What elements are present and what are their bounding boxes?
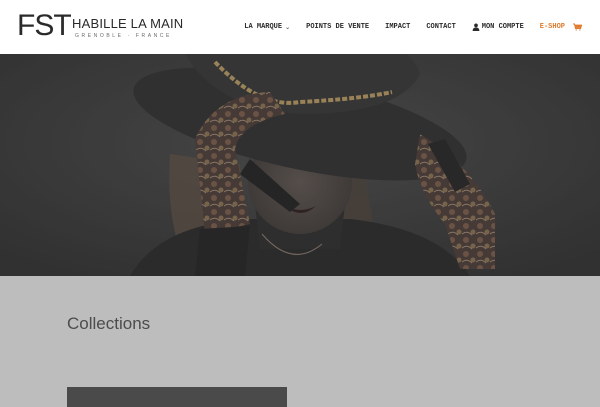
section-title: Collections bbox=[67, 314, 151, 333]
nav-item-label: MON COMPTE bbox=[481, 23, 524, 31]
main-nav: LA MARQUE ⌄ POINTS DE VENTE IMPACT CONTA… bbox=[228, 0, 582, 54]
nav-item-mon-compte[interactable]: MON COMPTE bbox=[472, 23, 524, 31]
nav-item-label: E-SHOP bbox=[539, 23, 565, 31]
nav-item-label: CONTACT bbox=[426, 23, 456, 31]
logo-brand: FST bbox=[17, 9, 72, 42]
logo-tagline: HABILLE LA MAIN bbox=[72, 16, 184, 31]
logo-location: GRENOBLE · FRANCE bbox=[75, 33, 172, 39]
collections-section: Collections bbox=[0, 276, 600, 407]
chevron-down-icon: ⌄ bbox=[285, 23, 291, 31]
nav-item-la-marque[interactable]: LA MARQUE ⌄ bbox=[244, 23, 290, 31]
site-header: FST HABILLE LA MAIN GRENOBLE · FRANCE LA… bbox=[0, 0, 600, 54]
user-icon bbox=[472, 23, 480, 31]
hero-banner bbox=[0, 54, 600, 276]
hero-image bbox=[0, 54, 600, 276]
nav-item-label: LA MARQUE bbox=[244, 23, 283, 31]
nav-item-points-de-vente[interactable]: POINTS DE VENTE bbox=[306, 23, 369, 31]
cart-icon[interactable] bbox=[573, 23, 582, 31]
nav-item-label: POINTS DE VENTE bbox=[306, 23, 370, 31]
nav-item-contact[interactable]: CONTACT bbox=[426, 23, 455, 31]
collection-card[interactable] bbox=[67, 387, 287, 407]
nav-item-impact[interactable]: IMPACT bbox=[385, 23, 410, 31]
nav-item-label: IMPACT bbox=[385, 23, 411, 31]
nav-item-e-shop[interactable]: E-SHOP bbox=[540, 23, 565, 31]
